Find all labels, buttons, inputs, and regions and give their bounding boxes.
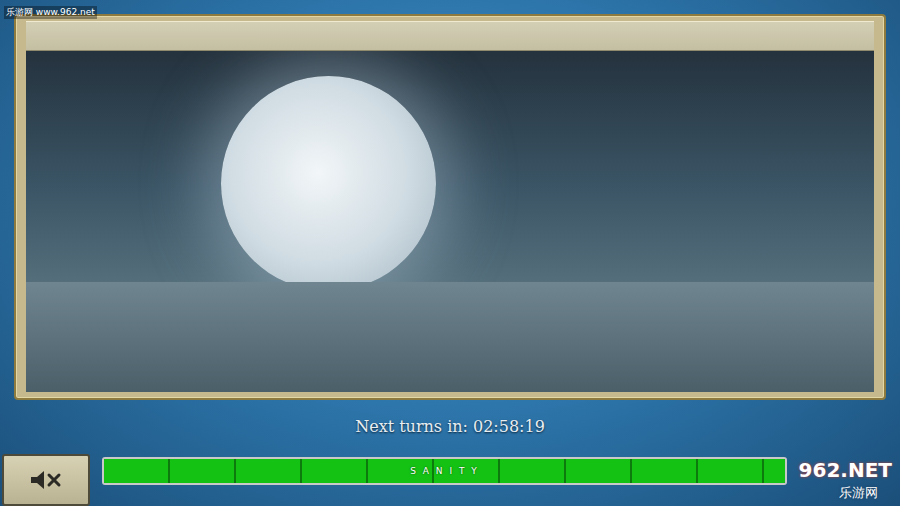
panel-title-bar: [26, 21, 874, 51]
scene-picture: [26, 51, 874, 392]
sanity-label: S A N I T Y: [104, 466, 785, 476]
moon: [221, 76, 436, 291]
speaker-muted-icon: [29, 469, 63, 491]
game-screen: Next turns in:02:58:19 S A N I T Y 乐游网 www…: [0, 0, 900, 506]
sound-button[interactable]: [2, 454, 90, 506]
bottom-bar: S A N I T Y: [0, 450, 900, 506]
watermark: 962.NET: [799, 458, 892, 482]
watermark: 乐游网: [839, 484, 878, 502]
watermark: 乐游网 www.962.net: [4, 6, 97, 19]
graveyard: [26, 282, 874, 392]
turn-timer: Next turns in:02:58:19: [0, 400, 900, 450]
scene-panel: [14, 14, 886, 400]
sanity-bar: S A N I T Y: [102, 457, 787, 485]
turn-timer-value: 02:58:19: [473, 417, 545, 450]
turn-timer-label: Next turns in:: [355, 417, 468, 450]
